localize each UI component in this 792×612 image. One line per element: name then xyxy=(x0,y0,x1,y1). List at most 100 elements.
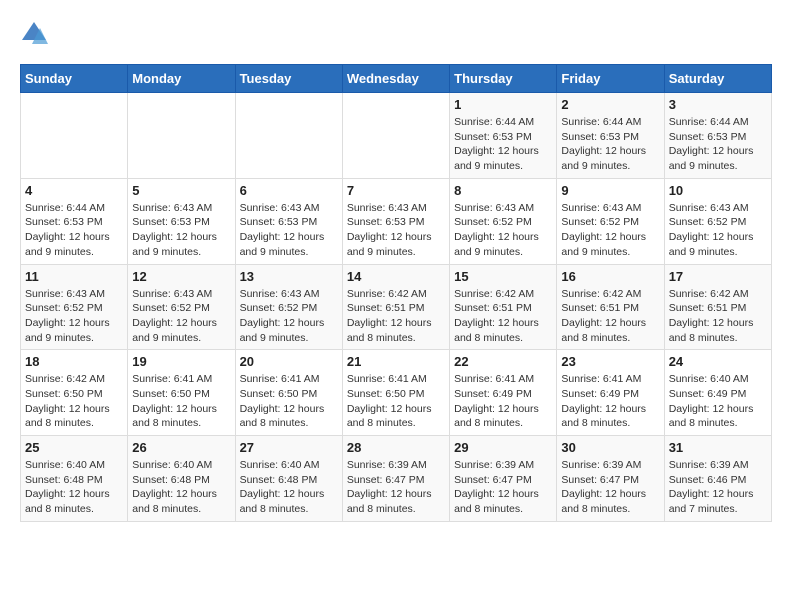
calendar-cell: 1 Sunrise: 6:44 AM Sunset: 6:53 PM Daylig… xyxy=(450,93,557,179)
day-info: Sunrise: 6:40 AM Sunset: 6:48 PM Dayligh… xyxy=(132,458,230,517)
header-saturday: Saturday xyxy=(664,65,771,93)
week-row-1: 1 Sunrise: 6:44 AM Sunset: 6:53 PM Daylig… xyxy=(21,93,772,179)
header-wednesday: Wednesday xyxy=(342,65,449,93)
calendar-cell: 4 Sunrise: 6:44 AM Sunset: 6:53 PM Daylig… xyxy=(21,178,128,264)
day-info: Sunrise: 6:44 AM Sunset: 6:53 PM Dayligh… xyxy=(561,115,659,174)
calendar-cell: 5Sunrise: 6:43 AM Sunset: 6:53 PM Daylig… xyxy=(128,178,235,264)
calendar-cell: 26 Sunrise: 6:40 AM Sunset: 6:48 PM Dayli… xyxy=(128,436,235,522)
day-info: Sunrise: 6:44 AM Sunset: 6:53 PM Dayligh… xyxy=(25,201,123,260)
day-number: 1 xyxy=(454,97,552,112)
logo xyxy=(20,20,52,48)
day-info: Sunrise: 6:43 AM Sunset: 6:52 PM Dayligh… xyxy=(25,287,123,346)
day-info: Sunrise: 6:43 AM Sunset: 6:53 PM Dayligh… xyxy=(347,201,445,260)
calendar-cell xyxy=(342,93,449,179)
day-info: Sunrise: 6:43 AM Sunset: 6:52 PM Dayligh… xyxy=(454,201,552,260)
day-number: 21 xyxy=(347,354,445,369)
calendar-cell: 10 Sunrise: 6:43 AM Sunset: 6:52 PM Dayli… xyxy=(664,178,771,264)
day-info: Sunrise: 6:43 AM Sunset: 6:52 PM Dayligh… xyxy=(240,287,338,346)
calendar-cell: 9Sunrise: 6:43 AM Sunset: 6:52 PM Daylig… xyxy=(557,178,664,264)
page-header xyxy=(20,20,772,48)
calendar-cell: 31Sunrise: 6:39 AM Sunset: 6:46 PM Dayli… xyxy=(664,436,771,522)
calendar-cell: 20 Sunrise: 6:41 AM Sunset: 6:50 PM Dayli… xyxy=(235,350,342,436)
calendar-header-row: SundayMondayTuesdayWednesdayThursdayFrid… xyxy=(21,65,772,93)
day-info: Sunrise: 6:43 AM Sunset: 6:52 PM Dayligh… xyxy=(669,201,767,260)
calendar-cell: 6Sunrise: 6:43 AM Sunset: 6:53 PM Daylig… xyxy=(235,178,342,264)
calendar-cell: 19 Sunrise: 6:41 AM Sunset: 6:50 PM Dayli… xyxy=(128,350,235,436)
day-number: 29 xyxy=(454,440,552,455)
day-number: 4 xyxy=(25,183,123,198)
calendar-cell: 24 Sunrise: 6:40 AM Sunset: 6:49 PM Dayli… xyxy=(664,350,771,436)
day-info: Sunrise: 6:39 AM Sunset: 6:47 PM Dayligh… xyxy=(347,458,445,517)
week-row-5: 25 Sunrise: 6:40 AM Sunset: 6:48 PM Dayli… xyxy=(21,436,772,522)
day-number: 11 xyxy=(25,269,123,284)
calendar-cell: 25 Sunrise: 6:40 AM Sunset: 6:48 PM Dayli… xyxy=(21,436,128,522)
day-info: Sunrise: 6:41 AM Sunset: 6:49 PM Dayligh… xyxy=(454,372,552,431)
day-number: 19 xyxy=(132,354,230,369)
calendar-cell: 17Sunrise: 6:42 AM Sunset: 6:51 PM Dayli… xyxy=(664,264,771,350)
day-number: 8 xyxy=(454,183,552,198)
calendar-table: SundayMondayTuesdayWednesdayThursdayFrid… xyxy=(20,64,772,522)
calendar-cell: 27 Sunrise: 6:40 AM Sunset: 6:48 PM Dayli… xyxy=(235,436,342,522)
calendar-cell: 15 Sunrise: 6:42 AM Sunset: 6:51 PM Dayli… xyxy=(450,264,557,350)
week-row-3: 11 Sunrise: 6:43 AM Sunset: 6:52 PM Dayli… xyxy=(21,264,772,350)
day-number: 12 xyxy=(132,269,230,284)
calendar-cell: 23 Sunrise: 6:41 AM Sunset: 6:49 PM Dayli… xyxy=(557,350,664,436)
calendar-cell: 21 Sunrise: 6:41 AM Sunset: 6:50 PM Dayli… xyxy=(342,350,449,436)
calendar-cell: 30Sunrise: 6:39 AM Sunset: 6:47 PM Dayli… xyxy=(557,436,664,522)
calendar-cell xyxy=(235,93,342,179)
day-number: 25 xyxy=(25,440,123,455)
day-number: 7 xyxy=(347,183,445,198)
day-number: 27 xyxy=(240,440,338,455)
calendar-cell: 12Sunrise: 6:43 AM Sunset: 6:52 PM Dayli… xyxy=(128,264,235,350)
day-info: Sunrise: 6:42 AM Sunset: 6:51 PM Dayligh… xyxy=(561,287,659,346)
day-info: Sunrise: 6:42 AM Sunset: 6:50 PM Dayligh… xyxy=(25,372,123,431)
calendar-cell: 3 Sunrise: 6:44 AM Sunset: 6:53 PM Daylig… xyxy=(664,93,771,179)
day-info: Sunrise: 6:44 AM Sunset: 6:53 PM Dayligh… xyxy=(454,115,552,174)
day-number: 13 xyxy=(240,269,338,284)
day-info: Sunrise: 6:39 AM Sunset: 6:47 PM Dayligh… xyxy=(454,458,552,517)
calendar-cell: 22 Sunrise: 6:41 AM Sunset: 6:49 PM Dayli… xyxy=(450,350,557,436)
header-tuesday: Tuesday xyxy=(235,65,342,93)
day-number: 23 xyxy=(561,354,659,369)
day-number: 14 xyxy=(347,269,445,284)
logo-icon xyxy=(20,20,48,48)
calendar-cell: 28 Sunrise: 6:39 AM Sunset: 6:47 PM Dayli… xyxy=(342,436,449,522)
day-info: Sunrise: 6:40 AM Sunset: 6:48 PM Dayligh… xyxy=(25,458,123,517)
day-info: Sunrise: 6:39 AM Sunset: 6:47 PM Dayligh… xyxy=(561,458,659,517)
day-number: 20 xyxy=(240,354,338,369)
day-info: Sunrise: 6:40 AM Sunset: 6:49 PM Dayligh… xyxy=(669,372,767,431)
day-info: Sunrise: 6:42 AM Sunset: 6:51 PM Dayligh… xyxy=(454,287,552,346)
day-number: 28 xyxy=(347,440,445,455)
calendar-cell xyxy=(21,93,128,179)
day-number: 22 xyxy=(454,354,552,369)
day-number: 17 xyxy=(669,269,767,284)
day-number: 6 xyxy=(240,183,338,198)
day-info: Sunrise: 6:40 AM Sunset: 6:48 PM Dayligh… xyxy=(240,458,338,517)
day-number: 10 xyxy=(669,183,767,198)
calendar-cell: 8 Sunrise: 6:43 AM Sunset: 6:52 PM Daylig… xyxy=(450,178,557,264)
calendar-cell: 29 Sunrise: 6:39 AM Sunset: 6:47 PM Dayli… xyxy=(450,436,557,522)
day-info: Sunrise: 6:41 AM Sunset: 6:50 PM Dayligh… xyxy=(132,372,230,431)
header-thursday: Thursday xyxy=(450,65,557,93)
calendar-cell: 7 Sunrise: 6:43 AM Sunset: 6:53 PM Daylig… xyxy=(342,178,449,264)
day-number: 24 xyxy=(669,354,767,369)
calendar-cell: 14 Sunrise: 6:42 AM Sunset: 6:51 PM Dayli… xyxy=(342,264,449,350)
day-number: 9 xyxy=(561,183,659,198)
day-info: Sunrise: 6:41 AM Sunset: 6:50 PM Dayligh… xyxy=(240,372,338,431)
calendar-cell xyxy=(128,93,235,179)
week-row-2: 4 Sunrise: 6:44 AM Sunset: 6:53 PM Daylig… xyxy=(21,178,772,264)
header-friday: Friday xyxy=(557,65,664,93)
day-number: 31 xyxy=(669,440,767,455)
calendar-cell: 18Sunrise: 6:42 AM Sunset: 6:50 PM Dayli… xyxy=(21,350,128,436)
week-row-4: 18Sunrise: 6:42 AM Sunset: 6:50 PM Dayli… xyxy=(21,350,772,436)
day-info: Sunrise: 6:41 AM Sunset: 6:49 PM Dayligh… xyxy=(561,372,659,431)
day-info: Sunrise: 6:42 AM Sunset: 6:51 PM Dayligh… xyxy=(347,287,445,346)
day-number: 2 xyxy=(561,97,659,112)
day-info: Sunrise: 6:41 AM Sunset: 6:50 PM Dayligh… xyxy=(347,372,445,431)
day-info: Sunrise: 6:44 AM Sunset: 6:53 PM Dayligh… xyxy=(669,115,767,174)
day-number: 26 xyxy=(132,440,230,455)
calendar-cell: 13 Sunrise: 6:43 AM Sunset: 6:52 PM Dayli… xyxy=(235,264,342,350)
day-number: 3 xyxy=(669,97,767,112)
day-number: 15 xyxy=(454,269,552,284)
calendar-cell: 11 Sunrise: 6:43 AM Sunset: 6:52 PM Dayli… xyxy=(21,264,128,350)
